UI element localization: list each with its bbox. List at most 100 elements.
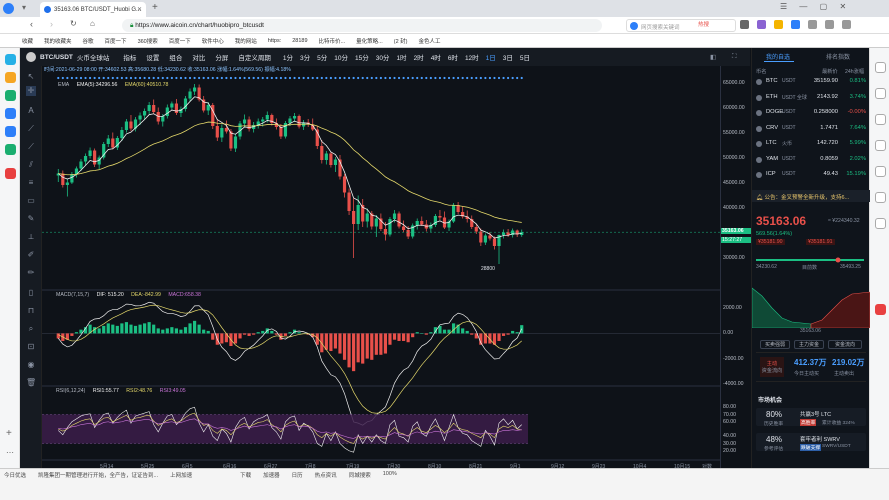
- channel-icon[interactable]: ⫽: [26, 160, 36, 170]
- chart-menu-item[interactable]: 组合: [169, 52, 182, 62]
- chart-menu-item[interactable]: 设置: [146, 52, 159, 62]
- bookmark-item[interactable]: (2 封): [394, 37, 408, 45]
- chart-icon[interactable]: [875, 114, 886, 125]
- chart-menu-item[interactable]: 对比: [192, 52, 205, 62]
- chart-menu-item[interactable]: 指标: [123, 52, 136, 62]
- more-apps-icon[interactable]: ⋯: [6, 448, 14, 457]
- bookmark-item[interactable]: 量化策略...: [356, 37, 383, 45]
- notice-bar[interactable]: 🔔︎ 公告：金叉预警全新升级，支持6...: [752, 190, 870, 202]
- tab-watchlist[interactable]: 我的自选: [766, 52, 790, 61]
- timeframe-option[interactable]: 15分: [355, 52, 369, 62]
- lock-icon[interactable]: ⊡: [26, 342, 36, 352]
- chart-menu-item[interactable]: 自定义周期: [238, 52, 271, 62]
- status-item[interactable]: 热点资讯: [315, 471, 337, 481]
- app-icon[interactable]: [5, 144, 16, 155]
- extension-icon[interactable]: [791, 20, 800, 29]
- market-row[interactable]: ICP USDT 49.43 15.19%: [754, 169, 868, 182]
- close-window-icon[interactable]: ✕: [839, 2, 846, 11]
- market-row[interactable]: CRV USDT 1.7471 7.64%: [754, 123, 868, 136]
- back-icon[interactable]: ‹: [30, 19, 33, 29]
- forward-icon[interactable]: ›: [50, 19, 53, 29]
- bookmark-item[interactable]: 软件中心: [202, 37, 224, 45]
- market-row[interactable]: ETH USDT 全球 2143.92 3.74%: [754, 92, 868, 105]
- bookmark-item[interactable]: 360搜索: [138, 37, 158, 45]
- extension-icon[interactable]: [825, 20, 834, 29]
- fullscreen-icon[interactable]: ⛶: [732, 53, 737, 61]
- market-row[interactable]: LTC 火币 142.720 5.99%: [754, 138, 868, 151]
- bookmark-item[interactable]: 金色人工: [419, 37, 441, 45]
- settings-icon[interactable]: [875, 166, 886, 177]
- status-item[interactable]: 今日优选: [4, 471, 26, 481]
- market-row[interactable]: BTC USDT 35159.90 0.81%: [754, 76, 868, 89]
- fund-flow-button[interactable]: 资金流向: [828, 340, 862, 349]
- opportunity-card-2[interactable]: 48% 参考评估 套牢者利 SWRV 跌破支撑 SWRV/USDT: [756, 433, 866, 452]
- user-icon[interactable]: [875, 218, 886, 229]
- refresh-icon[interactable]: ↻: [70, 19, 77, 28]
- search-field[interactable]: 网页搜索关键词: [626, 19, 736, 32]
- tab-ranking[interactable]: 排名指数: [826, 52, 850, 61]
- status-item[interactable]: 日历: [292, 471, 303, 481]
- timeframe-option[interactable]: 1时: [396, 52, 406, 62]
- app-icon[interactable]: [5, 168, 16, 179]
- menu-icon[interactable]: ☰: [780, 2, 787, 11]
- pen-icon[interactable]: ✎: [26, 214, 36, 224]
- timeframe-option[interactable]: 6时: [448, 52, 458, 62]
- close-tab-icon[interactable]: ✕: [137, 6, 142, 13]
- app-icon[interactable]: [5, 108, 16, 119]
- extension-icon[interactable]: [808, 20, 817, 29]
- app-icon[interactable]: [5, 90, 16, 101]
- brush-icon[interactable]: ✐: [26, 250, 36, 260]
- opportunity-card-1[interactable]: 80% 历史胜率 共赢3号 LTC 高胜率 累计收益 324%: [756, 408, 866, 427]
- grid-icon[interactable]: [875, 140, 886, 151]
- status-item[interactable]: 下载: [240, 471, 251, 481]
- app-icon[interactable]: [5, 126, 16, 137]
- main-funds-button[interactable]: 主力资金: [794, 340, 824, 349]
- trend-line-icon[interactable]: ⟋: [26, 142, 36, 152]
- line-tool-icon[interactable]: ⟋: [26, 124, 36, 134]
- timeframe-option[interactable]: 1日: [486, 52, 496, 62]
- status-item[interactable]: 加速器: [263, 471, 280, 481]
- axis-mode-toggle[interactable]: 对数: [702, 463, 712, 468]
- timeframe-option[interactable]: 12时: [465, 52, 479, 62]
- hot-search-button[interactable]: 热搜: [698, 20, 709, 28]
- maximize-icon[interactable]: ▢: [820, 2, 828, 11]
- timeframe-option[interactable]: 1分: [283, 52, 293, 62]
- app-icon[interactable]: [5, 72, 16, 83]
- bookmark-item[interactable]: 28189: [292, 38, 307, 44]
- browser-logo-icon[interactable]: [3, 3, 14, 14]
- timeframe-option[interactable]: 5分: [317, 52, 327, 62]
- measure-icon[interactable]: ⟂: [26, 232, 36, 242]
- scissors-icon[interactable]: [740, 20, 749, 29]
- url-field[interactable]: 🔒︎ https://www.aicoin.cn/chart/huobipro_…: [122, 19, 602, 32]
- timeframe-option[interactable]: 2时: [414, 52, 424, 62]
- chart-menu-item[interactable]: 分屏: [215, 52, 228, 62]
- status-item[interactable]: 上网加速: [170, 471, 192, 481]
- pdf-icon[interactable]: [875, 304, 886, 315]
- bookmark-item[interactable]: 我的收藏夹: [44, 37, 72, 45]
- tab-list-icon[interactable]: ▾: [22, 3, 32, 13]
- bookmark-item[interactable]: 收藏: [22, 37, 33, 45]
- crosshair-icon[interactable]: ✛: [26, 86, 36, 96]
- eye-icon[interactable]: ◉: [26, 360, 36, 370]
- minimize-icon[interactable]: —: [799, 2, 807, 11]
- market-row[interactable]: DOGE USDT 0.258000 -0.00%: [754, 107, 868, 120]
- text-icon[interactable]: A: [26, 106, 36, 116]
- add-app-icon[interactable]: +: [6, 428, 12, 439]
- extension-icon[interactable]: [757, 20, 766, 29]
- magnet-icon[interactable]: ⊓: [26, 306, 36, 316]
- chart-area[interactable]: 时间:2021-06-29 08:00 开:34602.53 高:35680.2…: [42, 66, 720, 468]
- new-tab-icon[interactable]: +: [152, 2, 158, 13]
- timeframe-option[interactable]: 30分: [376, 52, 390, 62]
- symbol-pair[interactable]: BTC/USDT: [40, 54, 73, 61]
- fib-icon[interactable]: ≡: [26, 178, 36, 188]
- status-item[interactable]: 同城搜索: [349, 471, 371, 481]
- ruler-icon[interactable]: ▯: [26, 288, 36, 298]
- pencil-icon[interactable]: ✏: [26, 268, 36, 278]
- camera-icon[interactable]: ◧: [710, 53, 716, 61]
- exchange-name[interactable]: 火币全球站: [77, 52, 110, 62]
- depth-chart[interactable]: [752, 248, 870, 328]
- bookmark-item[interactable]: 比特币价...: [319, 37, 346, 45]
- timeframe-option[interactable]: 4时: [431, 52, 441, 62]
- buy-sell-strength-button[interactable]: 买卖强弱: [760, 340, 790, 349]
- mail-icon[interactable]: [875, 192, 886, 203]
